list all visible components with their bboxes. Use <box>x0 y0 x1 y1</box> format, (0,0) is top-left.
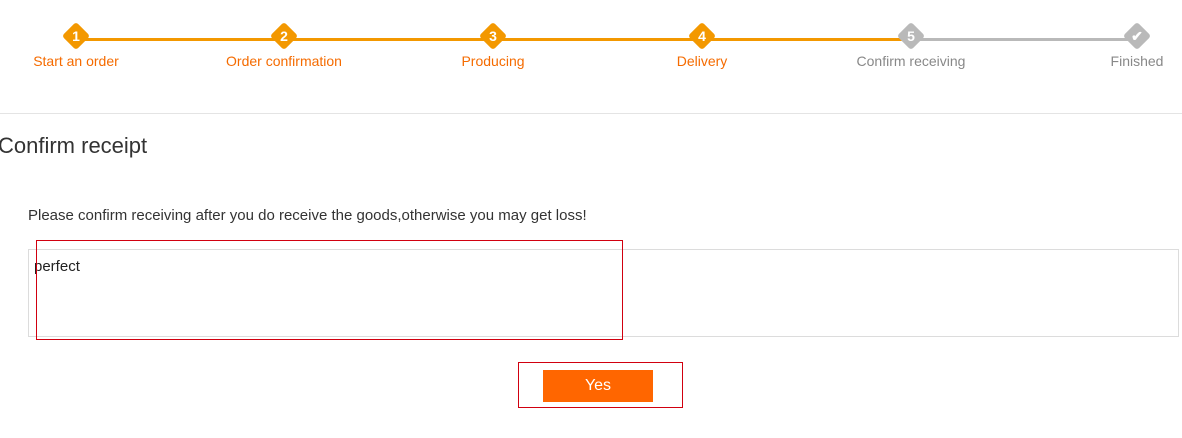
step-label: Confirm receiving <box>856 53 966 69</box>
yes-button[interactable]: Yes <box>543 370 653 402</box>
section-divider <box>0 113 1182 114</box>
step-number-badge: 4 <box>687 21 717 51</box>
step-delivery: 4 Delivery <box>602 21 802 69</box>
step-number-badge: 3 <box>478 21 508 51</box>
checkmark-icon: ✔ <box>1122 21 1152 51</box>
step-label: Start an order <box>33 53 119 69</box>
feedback-textarea[interactable]: perfect <box>28 249 1179 337</box>
step-label: Order confirmation <box>226 53 342 69</box>
step-label: Delivery <box>676 53 728 69</box>
step-label: Finished <box>1110 53 1164 69</box>
step-producing: 3 Producing <box>393 21 593 69</box>
step-order-confirmation: 2 Order confirmation <box>184 21 384 69</box>
order-progress-bar: 1 Start an order 2 Order confirmation 3 … <box>0 0 1182 112</box>
step-start-order: 1 Start an order <box>0 21 176 69</box>
step-number-badge: 5 <box>896 21 926 51</box>
page-title: Confirm receipt <box>0 133 148 158</box>
confirm-notice-text: Please confirm receiving after you do re… <box>28 207 587 224</box>
step-label: Producing <box>461 53 525 69</box>
step-number-badge: 2 <box>269 21 299 51</box>
step-finished: ✔ Finished <box>1037 21 1182 69</box>
step-confirm-receiving: 5 Confirm receiving <box>811 21 1011 69</box>
step-number-badge: 1 <box>61 21 91 51</box>
